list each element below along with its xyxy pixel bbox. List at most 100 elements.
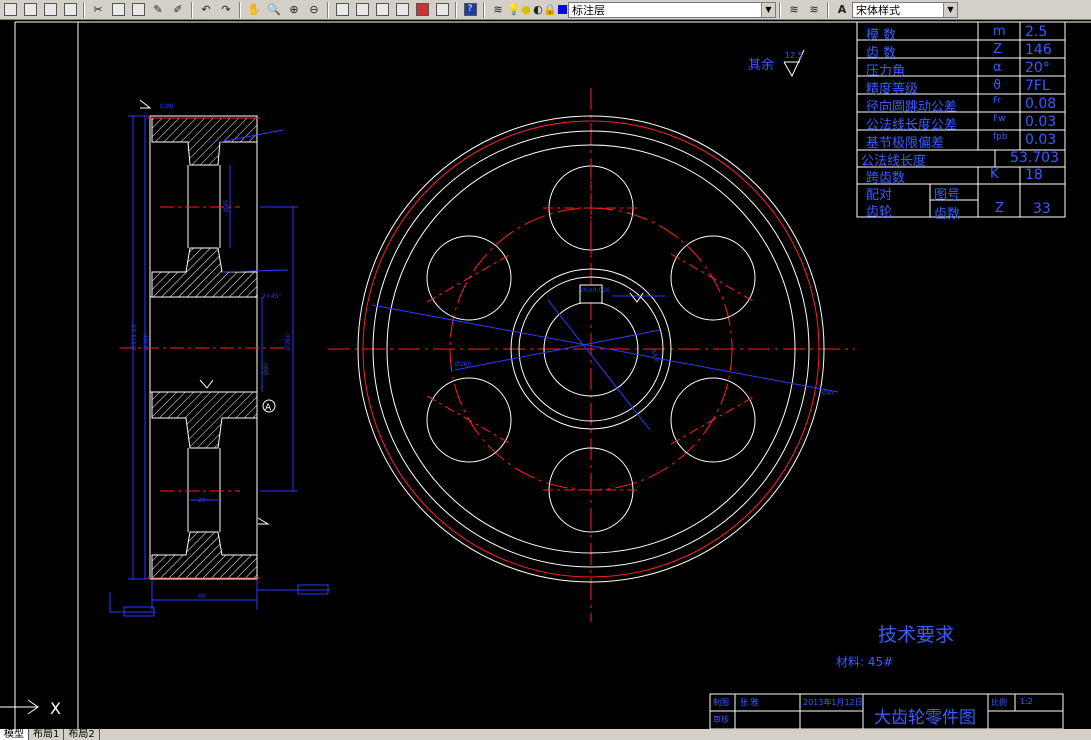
zoom-realtime-icon[interactable]: 🔍 [264,1,284,19]
spec-pair-label-2: 齿轮 [866,205,893,220]
layout-tabs: 模型 布局1 布局2 [0,729,1091,740]
spec-row-label: 模 数 [866,28,897,43]
layout-tab[interactable]: 布局2 [64,729,100,740]
spec-row-symbol: Fr [993,96,1002,106]
redo-icon[interactable]: ↷ [216,1,236,19]
spec-row-symbol: m [993,24,1006,39]
svg-text:Ø371.25: Ø371.25 [131,324,138,350]
chevron-down-icon: ▼ [761,2,775,17]
copy-icon[interactable] [108,1,128,19]
tech-requirements-title: 技术要求 [878,624,955,646]
layout-tab[interactable]: 布局1 [29,729,65,740]
section-hatch-top-rim [151,117,258,166]
title-block-designer-label: 制图 [713,698,729,707]
separator [779,1,781,18]
svg-text:Ø45: Ø45 [223,199,230,212]
spec-row-symbol: fpb [993,132,1008,142]
spec-row-value: 0.03 [1025,114,1057,130]
title-block-date: 2013年1月12日 [803,698,863,707]
pan-icon[interactable]: ✋ [244,1,264,19]
zoom-window-icon[interactable]: ⊕ [284,1,304,19]
sheet-set-icon[interactable] [392,1,412,19]
spec-row-symbol: ϑ [993,78,1002,93]
svg-text:2×45°: 2×45° [262,293,281,300]
section-hatch-bottom-rim [151,531,258,579]
new-file-icon[interactable] [0,1,20,19]
layer-dropdown[interactable]: 标注层 ▼ [568,1,776,18]
standard-toolbar: ✂ ✎ ✐ ↶ ↷ ✋ 🔍 ⊕ ⊖ ? ≋ 💡 ● ◐ 🔒 标注层 ▼ ≋ ≋ … [0,0,1091,20]
ucs-icon: X [0,699,61,718]
paste-icon[interactable] [128,1,148,19]
spec-row-value: 20° [1025,60,1050,76]
title-block-drawing-title: 大齿轮零件图 [874,708,976,728]
separator [191,1,193,18]
title-block-checker-label: 审核 [713,715,729,724]
svg-text:Ø260: Ø260 [455,361,471,368]
ucs-x-label: X [50,699,61,718]
block-editor-icon[interactable]: ✐ [168,1,188,19]
svg-text:20±0.026: 20±0.026 [580,287,610,294]
spec-row-label: 齿 数 [866,46,897,61]
cut-icon[interactable]: ✂ [88,1,108,19]
svg-text:Ø260: Ø260 [285,334,292,350]
spec-row-value: 2.5 [1025,24,1048,40]
svg-text:A: A [265,403,272,413]
layout-tab[interactable]: 模型 [0,729,29,740]
design-center-icon[interactable] [352,1,372,19]
surface-finish-value: 12.5 [785,51,803,60]
zoom-previous-icon[interactable]: ⊖ [304,1,324,19]
spec-pair-col-1: 图号 [934,188,961,203]
spec-row-symbol: α [993,60,1002,75]
save-icon[interactable] [40,1,60,19]
spec-row-value: 18 [1025,167,1043,183]
spec-row-value: 0.03 [1025,132,1057,148]
section-hatch-top-hub [151,247,258,298]
match-properties-icon[interactable]: ✎ [148,1,168,19]
text-style-icon[interactable]: A [832,1,852,19]
title-block-designer: 张 雅 [740,698,759,707]
layer-manager-icon[interactable]: ≋ [488,1,508,19]
publish-icon[interactable] [60,1,80,19]
help-icon[interactable]: ? [460,1,480,19]
svg-text:0.08: 0.08 [160,103,174,110]
layer-previous-icon[interactable]: ≋ [784,1,804,19]
text-style-dropdown[interactable]: 宋体样式 ▼ [852,1,958,18]
spec-pair-symbol: Z [995,201,1004,216]
svg-text:Ø360: Ø360 [143,334,150,350]
tool-palettes-icon[interactable] [372,1,392,19]
svg-text:Ø45: Ø45 [822,390,835,397]
spec-row-value: 0.08 [1025,96,1057,112]
surface-finish-label: 其余 [748,57,774,73]
separator [483,1,485,18]
properties-icon[interactable] [332,1,352,19]
svg-text:Ø80: Ø80 [263,362,270,375]
layer-freeze-icon: ● [521,3,531,16]
separator [327,1,329,18]
separator [239,1,241,18]
open-file-icon[interactable] [20,1,40,19]
layer-on-icon: 💡 [507,3,521,16]
spec-row-symbol: Fw [993,114,1006,124]
spec-row-value: 53.703 [1010,150,1059,166]
separator [83,1,85,18]
layer-states-icon[interactable]: ≋ [804,1,824,19]
spec-row-label: 公法线长度公差 [866,118,958,133]
surface-finish-note: 其余 12.5 [748,49,805,78]
spec-row-value: 146 [1025,42,1052,58]
calculator-icon[interactable] [432,1,452,19]
gear-section-view: Ø371.25 Ø360 Ø260 Ø45 Ø80 60 20 2×45° 0.… [109,99,330,617]
spec-row-label: 压力角 [866,64,906,79]
material-note: 材料: 45# [836,655,894,669]
undo-icon[interactable]: ↶ [196,1,216,19]
text-style-dropdown-value: 宋体样式 [856,3,900,17]
svg-text:20: 20 [198,497,206,504]
title-block-scale-label: 比例 [991,698,1007,707]
markup-icon[interactable] [412,1,432,19]
spec-pair-col-2: 齿数 [934,207,961,222]
title-block-scale: 1:2 [1020,697,1033,706]
spec-row-value: 7FL [1025,78,1050,94]
layer-color-icon [556,1,568,19]
spec-row-symbol: K [990,167,999,182]
spec-row-symbol: Z [993,42,1002,57]
chevron-down-icon: ▼ [943,2,957,17]
